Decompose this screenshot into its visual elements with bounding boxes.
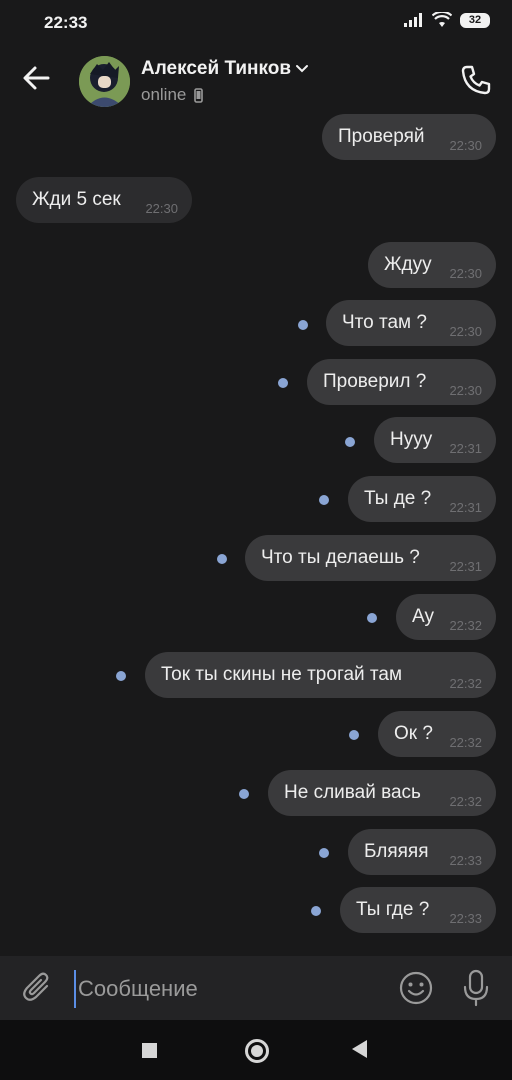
message-bubble[interactable]: Ток ты скины не трогай там 22:32 — [145, 652, 496, 698]
message-time: 22:30 — [449, 266, 482, 281]
message-bubble[interactable]: Что ты делаешь ? 22:31 — [245, 535, 496, 581]
message-time: 22:31 — [449, 500, 482, 515]
message-text: Что ты делаешь ? — [261, 547, 420, 568]
message-time: 22:30 — [449, 324, 482, 339]
message-text: Проверил ? — [323, 371, 427, 392]
system-nav-bar — [0, 1020, 512, 1080]
message-time: 22:31 — [449, 559, 482, 574]
message-bubble[interactable]: Что там ? 22:30 — [326, 300, 496, 346]
message-text: Ток ты скины не трогай там — [161, 664, 403, 685]
message-text: Ждуу — [384, 254, 432, 275]
unread-indicator — [319, 495, 329, 505]
message-bubble[interactable]: Ок ? 22:32 — [378, 711, 496, 757]
mobile-device-icon — [194, 87, 204, 103]
unread-indicator — [217, 554, 227, 564]
message-time: 22:32 — [449, 794, 482, 809]
status-time: 22:33 — [44, 13, 88, 32]
unread-indicator — [345, 437, 355, 447]
message-text: Ты где ? — [356, 899, 430, 920]
unread-indicator — [278, 378, 288, 388]
message-text: Нууу — [390, 429, 433, 450]
contact-status: online — [141, 85, 204, 105]
message-time: 22:33 — [449, 853, 482, 868]
chat-header: Алексей Тинков online — [0, 44, 512, 116]
message-bubble[interactable]: Нууу 22:31 — [374, 417, 496, 463]
message-text: Не сливай вась — [284, 782, 421, 803]
message-time: 22:30 — [449, 383, 482, 398]
message-bubble[interactable]: Ау 22:32 — [396, 594, 496, 640]
microphone-icon[interactable] — [458, 968, 494, 1008]
message-time: 22:32 — [449, 676, 482, 691]
message-time: 22:30 — [145, 201, 178, 216]
status-icons: 32 — [404, 12, 490, 28]
status-bar: 22:33 32 — [0, 0, 512, 44]
emoji-icon[interactable] — [398, 970, 434, 1006]
contact-name[interactable]: Алексей Тинков — [141, 58, 309, 80]
message-time: 22:32 — [449, 618, 482, 633]
message-bubble[interactable]: Жди 5 сек 22:30 — [16, 177, 192, 223]
battery-icon: 32 — [460, 12, 490, 28]
paperclip-icon[interactable] — [20, 970, 56, 1006]
phone-call-icon[interactable] — [458, 62, 494, 98]
avatar[interactable] — [79, 56, 130, 107]
signal-icon — [404, 13, 422, 27]
message-text: Бляяяя — [364, 841, 429, 862]
message-text: Ок ? — [394, 723, 433, 744]
system-back-icon[interactable] — [352, 1040, 367, 1058]
contact-name-label: Алексей Тинков — [141, 58, 292, 79]
unread-indicator — [298, 320, 308, 330]
recents-icon[interactable] — [142, 1043, 157, 1058]
message-bubble[interactable]: Не сливай вась 22:32 — [268, 770, 496, 816]
message-list[interactable]: Проверяй 22:30 Жди 5 сек 22:30 Ждуу 22:3… — [0, 110, 512, 956]
message-bubble[interactable]: Ждуу 22:30 — [368, 242, 496, 288]
chevron-down-icon — [296, 65, 309, 73]
unread-indicator — [116, 671, 126, 681]
message-text: Что там ? — [342, 312, 427, 333]
message-time: 22:31 — [449, 441, 482, 456]
message-bubble[interactable]: Ты де ? 22:31 — [348, 476, 496, 522]
message-time: 22:33 — [449, 911, 482, 926]
unread-indicator — [239, 789, 249, 799]
message-input[interactable] — [74, 970, 380, 1008]
message-composer — [0, 956, 512, 1020]
contact-status-label: online — [141, 85, 187, 104]
message-text: Жди 5 сек — [32, 189, 121, 210]
unread-indicator — [319, 848, 329, 858]
unread-indicator — [349, 730, 359, 740]
message-bubble[interactable]: Ты где ? 22:33 — [340, 887, 496, 933]
unread-indicator — [367, 613, 377, 623]
battery-level: 32 — [468, 14, 482, 26]
back-arrow-icon[interactable] — [18, 60, 54, 96]
message-time: 22:30 — [449, 138, 482, 153]
home-icon[interactable] — [245, 1039, 269, 1063]
message-bubble[interactable]: Бляяяя 22:33 — [348, 829, 496, 875]
wifi-icon — [432, 12, 452, 27]
message-text: Ау — [412, 606, 434, 627]
message-text: Проверяй — [338, 126, 425, 147]
message-text: Ты де ? — [364, 488, 432, 509]
unread-indicator — [311, 906, 321, 916]
message-time: 22:32 — [449, 735, 482, 750]
message-bubble[interactable]: Проверил ? 22:30 — [307, 359, 496, 405]
message-bubble[interactable]: Проверяй 22:30 — [322, 114, 496, 160]
